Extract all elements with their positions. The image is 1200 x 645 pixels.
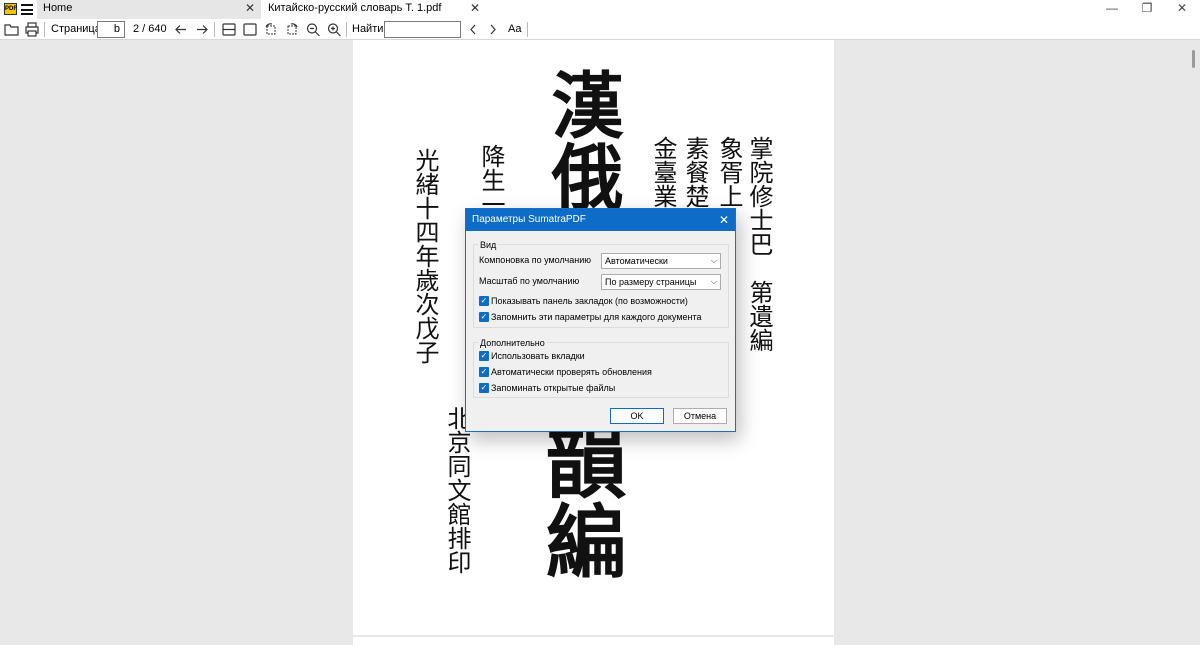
print-icon[interactable] [24,22,40,37]
sumatra-app-icon: PDF [4,3,17,15]
toolbar-separator [346,22,347,37]
zoom-out-icon[interactable] [305,22,321,37]
prev-page-icon[interactable] [173,22,189,37]
use-tabs-checkbox-label: Использовать вкладки [491,351,585,361]
page-count: 2 / 640 [133,23,167,35]
rotate-left-icon[interactable] [263,22,279,37]
checkbox-checked-icon: ✓ [479,296,489,306]
title-chars-bottom: 韻編 [533,420,627,580]
layout-select-value: Автоматически [605,256,668,266]
right-column-5: 第遺編 [745,280,773,352]
restore-button[interactable]: ❐ [1129,0,1165,19]
left-column-date: 光緒十四年歲次戊子 [411,148,439,364]
remember-open-files-checkbox[interactable]: ✓ Запоминать открытые файлы [479,383,615,394]
view-group-title: Вид [478,240,499,250]
hamburger-menu-icon[interactable] [21,4,33,15]
zoom-select[interactable]: По размеру страницы ⌵ [601,274,721,290]
next-page-icon[interactable] [194,22,210,37]
bookmarks-checkbox[interactable]: ✓ Показывать панель закладок (по возможно… [479,296,688,307]
close-icon[interactable]: ✕ [719,209,729,231]
remember-open-files-checkbox-label: Запоминать открытые файлы [491,383,616,393]
zoom-in-icon[interactable] [326,22,342,37]
toolbar: Страница: b 2 / 640 Найти: Aa [0,19,1200,40]
check-updates-checkbox-label: Автоматически проверять обновления [491,367,652,377]
minimize-button[interactable]: — [1094,0,1130,19]
match-case-icon[interactable]: Aa [508,22,521,37]
left-column-2: 降生一 [477,144,505,216]
advanced-group: Дополнительно ✓ Использовать вкладки ✓ Авт… [473,338,729,398]
page-label: Страница: [51,23,104,35]
open-icon[interactable] [4,22,20,37]
find-prev-icon[interactable] [465,22,481,37]
check-updates-checkbox[interactable]: ✓ Автоматически проверять обновления [479,367,652,378]
checkbox-checked-icon: ✓ [479,312,489,322]
find-next-icon[interactable] [485,22,501,37]
tab-bar: PDF Home ✕ Китайско-русский словарь Т. 1… [0,0,1200,19]
settings-dialog: Параметры SumatraPDF ✕ Вид Компоновка по… [465,208,736,432]
use-tabs-checkbox[interactable]: ✓ Использовать вкладки [479,351,585,362]
tab-document[interactable]: Китайско-русский словарь Т. 1.pdf ✕ [262,0,486,19]
close-icon[interactable]: ✕ [470,0,480,17]
next-pdf-page [353,637,834,645]
right-column-3: 象胥上 [715,136,743,208]
chevron-down-icon: ⌵ [710,256,717,265]
layout-select[interactable]: Автоматически ⌵ [601,253,721,269]
remember-settings-checkbox[interactable]: ✓ Запомнить эти параметры для каждого док… [479,312,702,323]
remember-settings-checkbox-label: Запомнить эти параметры для каждого доку… [491,312,702,322]
page-number-input[interactable]: b [97,21,125,38]
zoom-label: Масштаб по умолчанию [479,276,580,286]
rotate-right-icon[interactable] [284,22,300,37]
ok-button[interactable]: OK [610,408,664,424]
checkbox-checked-icon: ✓ [479,383,489,393]
chevron-down-icon: ⌵ [710,277,717,286]
single-page-icon[interactable] [221,22,237,37]
title-chars-top: 漢俄 [539,68,624,212]
find-label: Найти: [352,23,387,35]
right-column-2: 素餐楚 [681,136,709,208]
find-input[interactable] [384,21,461,38]
layout-label: Компоновка по умолчанию [479,255,591,265]
advanced-group-title: Дополнительно [478,338,547,348]
zoom-select-value: По размеру страницы [605,277,697,287]
toolbar-separator [214,22,215,37]
vertical-scrollbar[interactable] [1192,50,1195,68]
fit-page-icon[interactable] [242,22,258,37]
toolbar-separator [44,22,45,37]
tab-home[interactable]: Home ✕ [37,0,261,19]
checkbox-checked-icon: ✓ [479,367,489,377]
cancel-button[interactable]: Отмена [673,408,727,424]
right-column-4: 掌院修士巴 [745,136,773,256]
dialog-titlebar: Параметры SumatraPDF ✕ [466,209,735,231]
checkbox-checked-icon: ✓ [479,351,489,361]
dialog-title: Параметры SumatraPDF [472,214,586,225]
close-icon[interactable]: ✕ [245,0,255,17]
close-window-button[interactable]: ✕ [1164,0,1200,19]
bookmarks-checkbox-label: Показывать панель закладок (по возможнос… [491,296,688,306]
toolbar-separator [527,22,528,37]
tab-document-label: Китайско-русский словарь Т. 1.pdf [268,2,442,14]
view-group: Вид Компоновка по умолчанию Автоматическ… [473,240,729,328]
right-column-1: 金臺業 [649,136,677,208]
tab-home-label: Home [43,2,73,14]
